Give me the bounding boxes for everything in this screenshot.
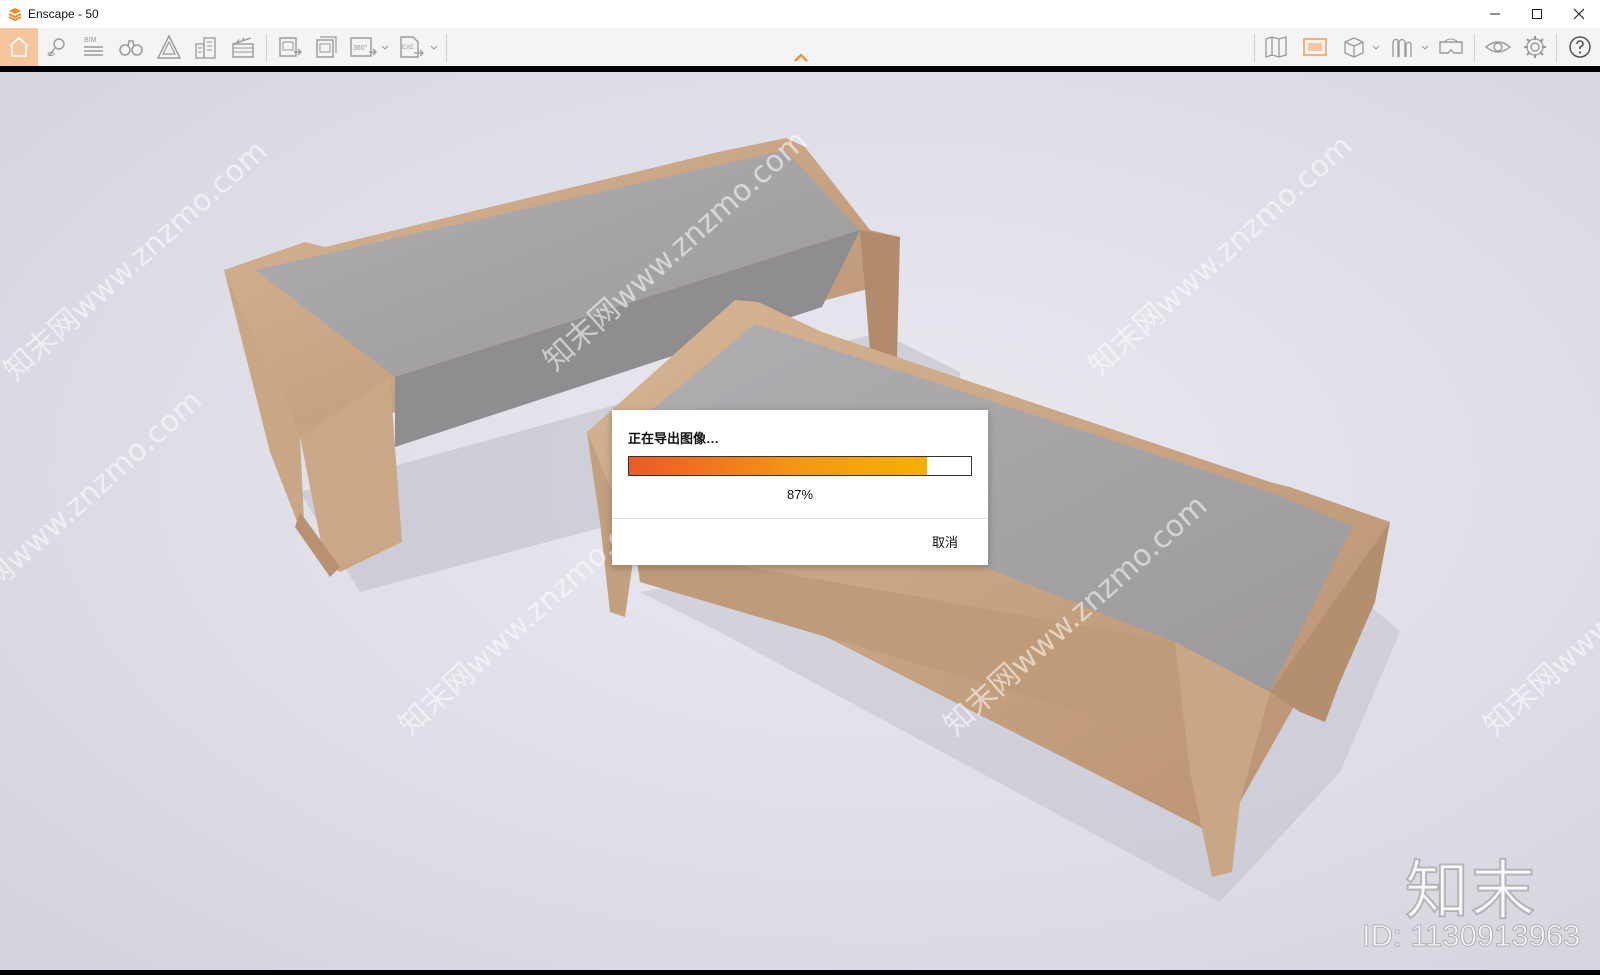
close-icon	[1573, 8, 1585, 20]
minimize-button[interactable]	[1474, 0, 1516, 28]
help-button[interactable]	[1563, 30, 1597, 64]
batch-render-icon	[316, 36, 337, 58]
panorama-button[interactable]: 360°	[347, 30, 381, 64]
video-editor-button[interactable]	[226, 30, 260, 64]
cancel-button[interactable]: 取消	[912, 528, 978, 554]
screenshot-button[interactable]	[273, 30, 307, 64]
map-icon	[1265, 36, 1287, 58]
minimize-icon	[1490, 13, 1500, 15]
site-context-button[interactable]	[189, 30, 223, 64]
capture-icon	[1303, 38, 1327, 56]
map-button[interactable]	[1259, 30, 1293, 64]
viewport-bottom-border	[0, 970, 1600, 975]
svg-text:知末网www.znzmo.com: 知末网www.znzmo.com	[1477, 488, 1600, 743]
batch-render-button[interactable]	[310, 30, 344, 64]
chevron-down-icon[interactable]	[1421, 44, 1429, 52]
svg-text:BIM: BIM	[84, 37, 97, 44]
visual-settings-button[interactable]	[1481, 30, 1515, 64]
capture-button[interactable]	[1298, 30, 1332, 64]
collapse-toolbar-chevron-icon[interactable]	[792, 52, 810, 64]
toolbar-separator	[1556, 34, 1557, 62]
home-button[interactable]	[0, 28, 38, 66]
chevron-down-icon[interactable]	[430, 44, 438, 52]
view-management-button[interactable]	[40, 30, 74, 64]
maximize-icon	[1532, 9, 1542, 19]
buildings-icon	[195, 37, 216, 59]
walk-mode-button[interactable]	[114, 30, 148, 64]
asset-library-button[interactable]	[1385, 30, 1419, 64]
help-icon	[1569, 36, 1591, 58]
watermark-id: ID: 1130913963	[1361, 918, 1581, 954]
export-exe-button[interactable]: EXE	[395, 30, 429, 64]
export-exe-icon: EXE	[400, 36, 424, 58]
chevron-down-icon[interactable]	[1372, 44, 1380, 52]
bim-button[interactable]: BIM	[77, 30, 111, 64]
toolbar-separator	[266, 34, 267, 62]
svg-text:知末网www.znzmo.com: 知末网www.znzmo.com	[1082, 128, 1359, 383]
window-title: Enscape - 50	[28, 7, 99, 21]
home-icon	[9, 36, 29, 57]
title-bar: Enscape - 50	[0, 0, 1600, 28]
window-controls	[1474, 0, 1600, 28]
close-button[interactable]	[1558, 0, 1600, 28]
atmosphere-icon	[156, 34, 182, 59]
gear-icon	[1524, 36, 1546, 58]
pin-icon	[47, 38, 65, 57]
view-mode-button[interactable]	[1337, 30, 1371, 64]
svg-text:360°: 360°	[353, 44, 368, 52]
bim-icon: BIM	[84, 37, 103, 56]
svg-text:EXE: EXE	[402, 45, 414, 51]
progress-percent-label: 87%	[786, 487, 814, 502]
export-progress-bar	[628, 456, 972, 476]
toolbar-separator	[1254, 34, 1255, 62]
toolbar-separator	[1474, 34, 1475, 62]
binoculars-icon	[119, 40, 143, 56]
progress-fill	[629, 457, 927, 475]
maximize-button[interactable]	[1516, 0, 1558, 28]
cube-icon	[1344, 37, 1364, 58]
vr-headset-button[interactable]	[1434, 30, 1468, 64]
panorama-360-icon: 360°	[350, 37, 377, 57]
toolbar-separator	[446, 34, 447, 62]
clapper-icon	[232, 37, 254, 58]
asset-library-icon	[1392, 38, 1412, 57]
svg-text:知末网www.znzmo.com: 知末网www.znzmo.com	[0, 383, 209, 638]
atmosphere-button[interactable]	[152, 30, 186, 64]
svg-text:知末网www.znzmo.com: 知末网www.znzmo.com	[0, 133, 274, 388]
settings-button[interactable]	[1518, 30, 1552, 64]
vr-headset-icon	[1439, 38, 1463, 54]
enscape-logo-icon	[8, 8, 22, 22]
eye-icon	[1484, 41, 1512, 53]
dialog-title: 正在导出图像…	[628, 431, 720, 446]
chevron-down-icon[interactable]	[381, 44, 389, 52]
dialog-divider	[612, 518, 988, 519]
screenshot-icon	[279, 37, 302, 57]
